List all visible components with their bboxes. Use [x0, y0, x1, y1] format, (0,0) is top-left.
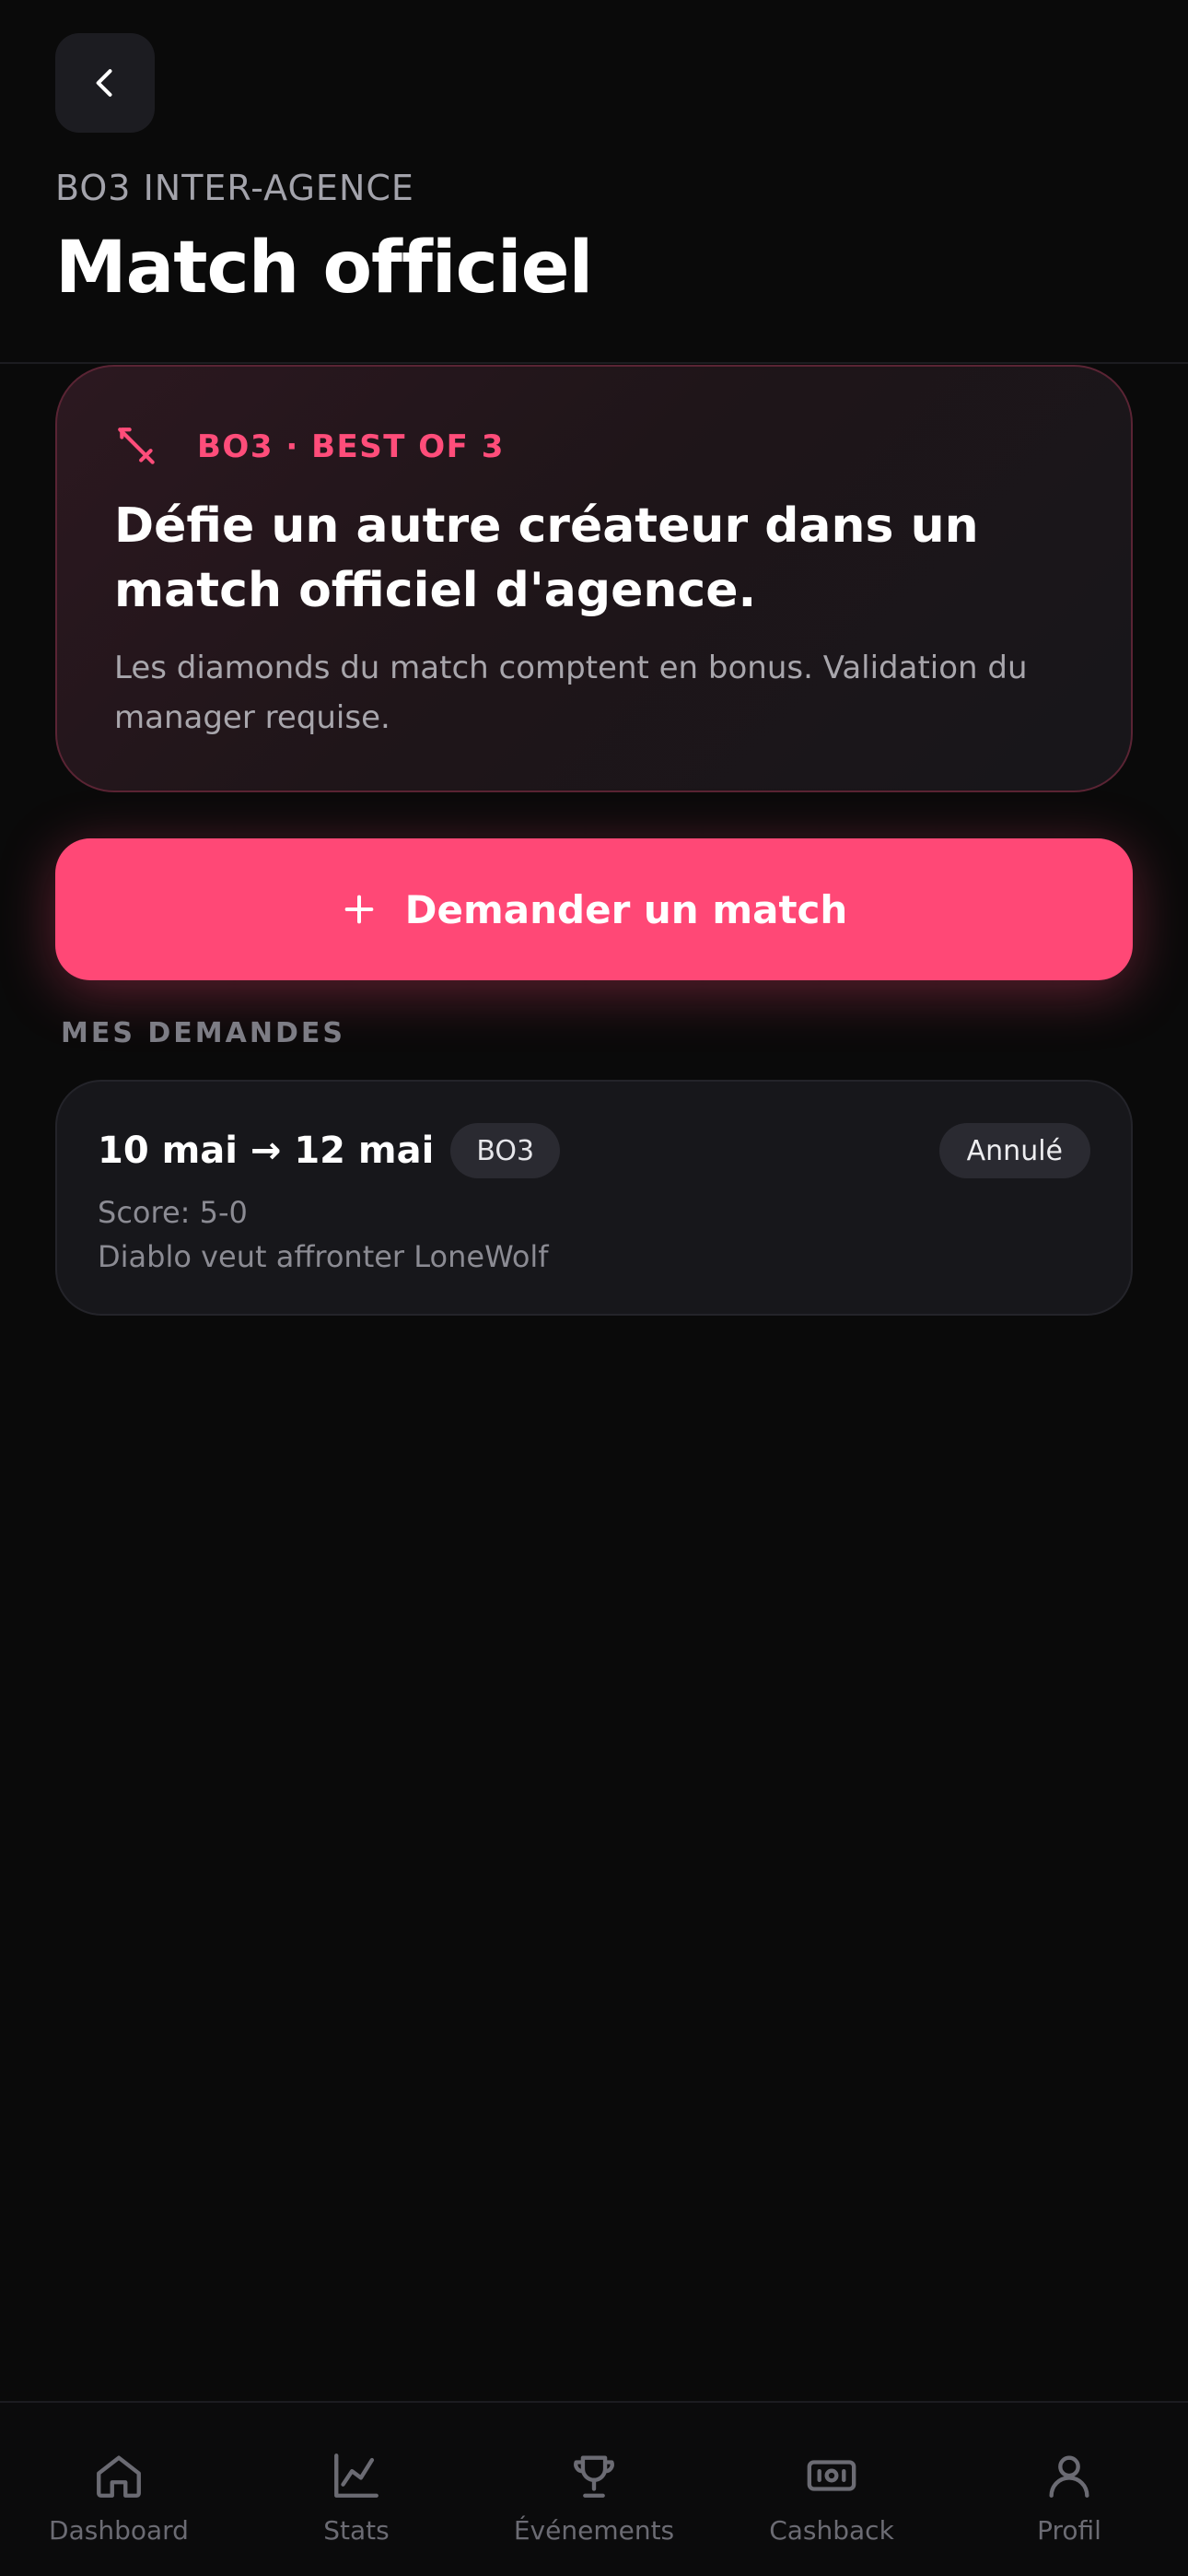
header-divider [0, 362, 1188, 364]
chevron-left-icon [96, 69, 112, 97]
nav-item-dashboard[interactable]: Dashboard [0, 2403, 238, 2576]
request-dates: 10 mai → 12 mai [98, 1130, 435, 1172]
nav-label: Cashback [769, 2515, 894, 2546]
nav-item-profile[interactable]: Profil [950, 2403, 1188, 2576]
hero-description: Les diamonds du match comptent en bonus.… [114, 650, 1028, 736]
hero-tag-row: BO3 · BEST OF 3 [114, 424, 1076, 470]
page-title: Match officiel [55, 227, 593, 310]
chart-icon [334, 2453, 379, 2498]
nav-label: Événements [513, 2515, 675, 2546]
hero-heading: Défie un autre créateur dans un match of… [114, 498, 979, 618]
nav-label: Dashboard [49, 2515, 189, 2546]
status-badge: Annulé [938, 1123, 1090, 1178]
home-icon [97, 2455, 141, 2498]
nav-item-cashback[interactable]: Cashback [713, 2403, 950, 2576]
nav-label: Stats [323, 2515, 390, 2546]
nav-label: Profil [1037, 2515, 1101, 2546]
request-match-button[interactable]: Demander un match [55, 838, 1133, 980]
format-badge: BO3 [450, 1123, 561, 1178]
page-eyebrow: BO3 INTER-AGENCE [55, 168, 414, 208]
screen: BO3 INTER-AGENCE Match officiel BO3 · BE… [0, 0, 1188, 2576]
back-button[interactable] [55, 33, 155, 133]
sword-icon [118, 427, 155, 464]
hero-tag: BO3 · BEST OF 3 [197, 428, 505, 465]
hero-card: BO3 · BEST OF 3 Défie un autre créateur … [55, 365, 1133, 792]
user-icon [1049, 2455, 1089, 2498]
cash-icon [807, 2460, 856, 2491]
request-match-label: Demander un match [404, 886, 848, 932]
request-card[interactable]: 10 mai → 12 mai BO3 Annulé Score: 5-0 Di… [55, 1080, 1133, 1316]
bottom-nav: Dashboard Stats Événements Cashback Prof… [0, 2401, 1188, 2576]
nav-item-stats[interactable]: Stats [238, 2403, 475, 2576]
section-label-requests: MES DEMANDES [61, 1017, 345, 1049]
trophy-icon [574, 2455, 614, 2498]
request-score: Score: 5-0 [98, 1195, 248, 1230]
request-card-header: 10 mai → 12 mai BO3 Annulé [98, 1122, 1090, 1179]
request-summary: Diablo veut affronter LoneWolf [98, 1239, 549, 1274]
nav-item-events[interactable]: Événements [475, 2403, 713, 2576]
plus-icon [344, 895, 374, 924]
